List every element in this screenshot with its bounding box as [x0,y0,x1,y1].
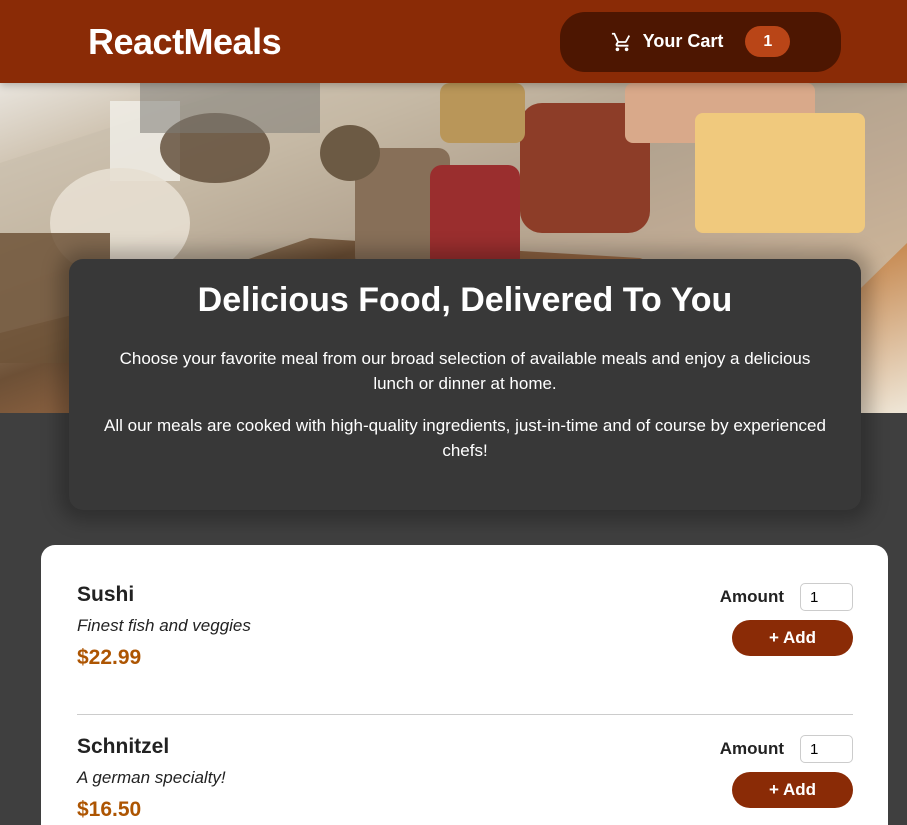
meal-info: Schnitzel A german specialty! $16.50 [77,735,226,825]
summary-paragraph-1: Choose your favorite meal from our broad… [119,349,811,393]
cart-count-badge: 1 [745,26,791,57]
amount-input[interactable] [800,583,853,611]
amount-input[interactable] [800,735,853,763]
meal-form: Amount + Add [720,735,853,825]
meal-info: Sushi Finest fish and veggies $22.99 [77,583,251,714]
cart-icon [611,31,633,53]
available-meals: Sushi Finest fish and veggies $22.99 Amo… [41,545,888,825]
meal-name: Sushi [77,583,135,606]
meal-description: A german specialty! [77,768,226,787]
add-button[interactable]: + Add [732,620,853,656]
amount-row: Amount [720,583,853,611]
meal-price: $22.99 [77,646,142,669]
summary-paragraph-2: All our meals are cooked with high-quali… [104,416,826,460]
meal-price: $16.50 [77,798,142,821]
cart-button[interactable]: Your Cart 1 [560,11,841,72]
summary-title: Delicious Food, Delivered To You [197,281,733,319]
meal-form: Amount + Add [720,583,853,714]
amount-label: Amount [719,739,784,758]
amount-row: Amount [720,735,853,763]
meals-summary: Delicious Food, Delivered To You Choose … [69,259,861,510]
app-header: ReactMeals Your Cart 1 [0,0,907,83]
meal-item-sushi: Sushi Finest fish and veggies $22.99 Amo… [77,583,853,715]
amount-label: Amount [719,587,784,606]
meal-item-schnitzel: Schnitzel A german specialty! $16.50 Amo… [77,715,853,825]
meal-description: Finest fish and veggies [77,616,251,635]
meal-name: Schnitzel [77,735,170,758]
brand-title: ReactMeals [88,20,282,62]
add-button[interactable]: + Add [732,772,853,808]
cart-label: Your Cart [642,31,724,51]
